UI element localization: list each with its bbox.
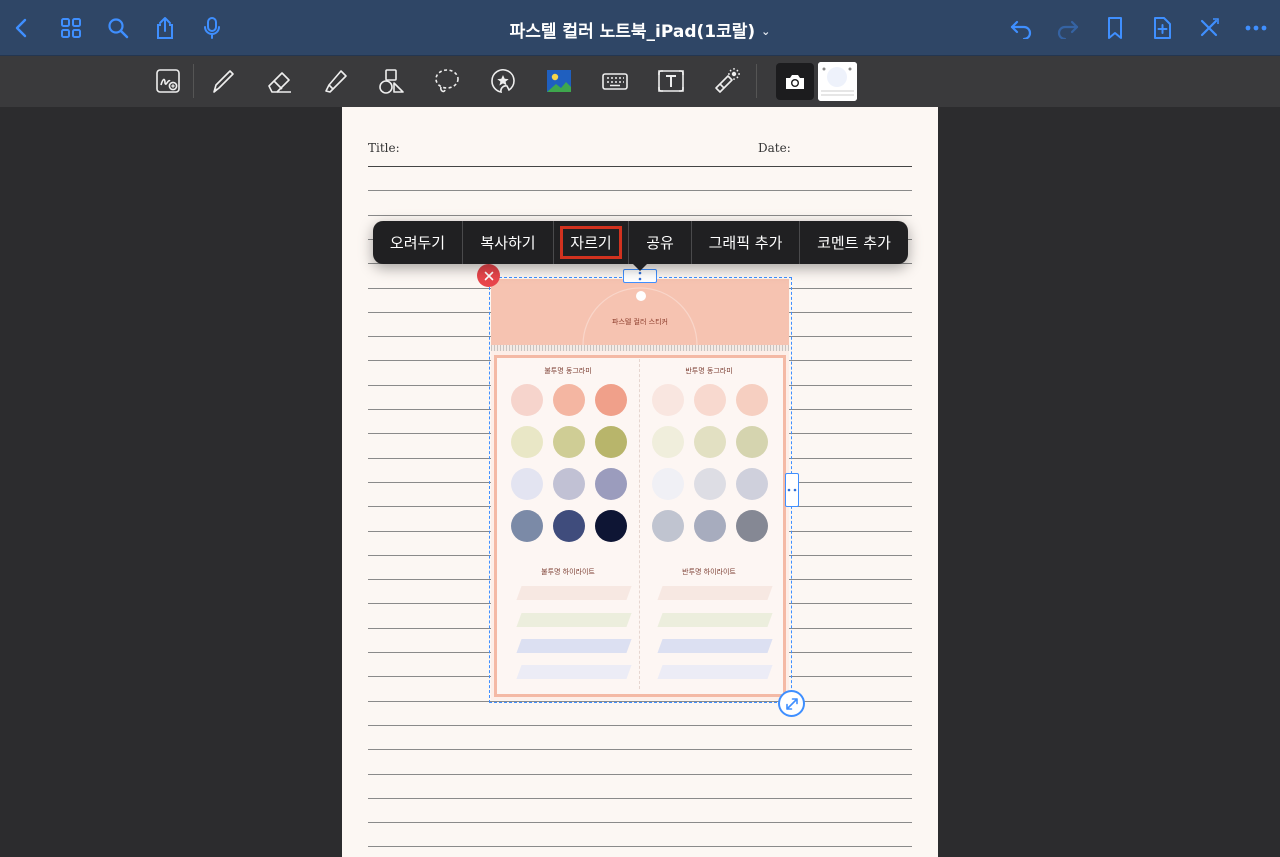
- menu-item-label: 공유: [646, 234, 674, 252]
- date-label: Date:: [758, 141, 791, 155]
- zoom-write-icon[interactable]: [151, 64, 185, 98]
- crop-menu-item[interactable]: 자르기: [554, 221, 629, 264]
- side-resize-handle[interactable]: [785, 473, 799, 507]
- context-menu-pointer: [632, 263, 648, 271]
- redo-icon[interactable]: [1054, 14, 1082, 42]
- menu-item-label: 오려두기: [389, 234, 446, 252]
- highlighter-icon[interactable]: [318, 64, 352, 98]
- ruled-line: [368, 166, 912, 167]
- add-page-icon[interactable]: [1148, 14, 1176, 42]
- sticker-thumbnail-image: [818, 62, 857, 101]
- scale-handle[interactable]: [778, 690, 805, 717]
- menu-item-label: 코멘트 추가: [817, 234, 891, 252]
- keyboard-icon[interactable]: [598, 64, 632, 98]
- tool-bar: [0, 56, 1280, 107]
- close-edit-icon[interactable]: [1195, 14, 1223, 42]
- close-icon: [484, 271, 493, 280]
- more-icon[interactable]: [1242, 14, 1270, 42]
- sticker-icon[interactable]: [486, 64, 520, 98]
- laser-pointer-icon[interactable]: [710, 64, 744, 98]
- dots-vertical-icon: [638, 271, 642, 281]
- top-resize-handle[interactable]: [623, 269, 657, 283]
- ruled-line: [368, 724, 912, 726]
- top-navigation-bar: 파스텔 컬러 노트북_iPad(1코랄) ⌄: [0, 0, 1280, 56]
- text-icon[interactable]: [654, 64, 688, 98]
- menu-item-label: 자르기: [560, 226, 622, 259]
- menu-item-label: 그래픽 추가: [708, 234, 783, 252]
- cut-out-menu-item[interactable]: 오려두기: [373, 221, 463, 264]
- menu-item-label: 복사하기: [480, 234, 536, 252]
- ruled-line: [368, 190, 912, 192]
- copy-menu-item[interactable]: 복사하기: [463, 221, 554, 264]
- toolbar-divider: [756, 64, 757, 98]
- shapes-icon[interactable]: [374, 64, 408, 98]
- title-label: Title:: [368, 141, 400, 155]
- lasso-icon[interactable]: [430, 64, 464, 98]
- ruled-line: [368, 749, 912, 751]
- add-comment-menu-item[interactable]: 코멘트 추가: [800, 221, 908, 264]
- context-menu: 오려두기 복사하기 자르기 공유 그래픽 추가 코멘트 추가: [373, 221, 908, 264]
- add-graphic-menu-item[interactable]: 그래픽 추가: [692, 221, 800, 264]
- document-title-text: 파스텔 컬러 노트북_iPad(1코랄): [509, 22, 756, 42]
- bookmark-icon[interactable]: [1101, 14, 1129, 42]
- camera-icon: [786, 74, 804, 89]
- dots-horizontal-icon: [787, 488, 797, 492]
- ruled-line: [368, 822, 912, 824]
- toolbar-divider: [193, 64, 194, 98]
- undo-icon[interactable]: [1007, 14, 1035, 42]
- camera-button[interactable]: [776, 63, 814, 100]
- image-icon[interactable]: [542, 64, 576, 98]
- ruled-line: [368, 214, 912, 216]
- share-menu-item[interactable]: 공유: [629, 221, 692, 264]
- expand-icon: [785, 697, 798, 710]
- pen-icon[interactable]: [206, 64, 240, 98]
- selection-box: [489, 277, 792, 703]
- delete-selection-button[interactable]: [477, 264, 500, 287]
- eraser-icon[interactable]: [262, 64, 296, 98]
- chevron-down-icon: ⌄: [761, 25, 771, 38]
- document-title[interactable]: 파스텔 컬러 노트북_iPad(1코랄) ⌄: [0, 17, 1280, 42]
- sticker-thumbnail-button[interactable]: [818, 62, 857, 101]
- ruled-line: [368, 846, 912, 848]
- ruled-line: [368, 797, 912, 799]
- ruled-line: [368, 773, 912, 775]
